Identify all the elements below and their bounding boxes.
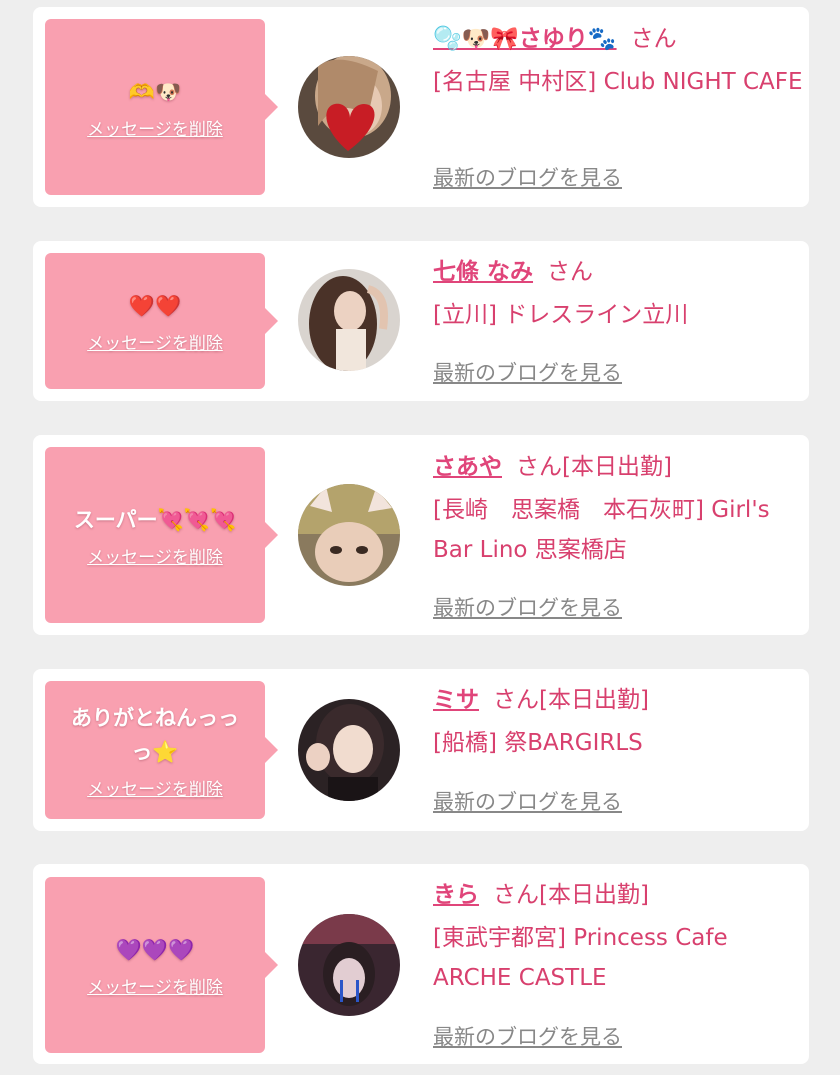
honorific: さん — [547, 259, 594, 285]
shop-name: [立川] ドレスライン立川 — [433, 302, 689, 328]
shop-name: [東武宇都宮] Princess Cafe ARCHE CASTLE — [433, 925, 728, 991]
delete-message-link[interactable]: メッセージを削除 — [87, 973, 223, 998]
girl-name-link[interactable]: 🫧🐶🎀さゆり🐾 — [433, 26, 617, 52]
girl-info: 🫧🐶🎀さゆり🐾 さん [名古屋 中村区] Club NIGHT CAFE — [433, 22, 803, 102]
message-text: 💜💜💜 — [115, 937, 195, 962]
shop-name: [長崎 思案橋 本石灰町] Girl's Bar Lino 思案橋店 — [433, 497, 770, 563]
delete-message-link[interactable]: メッセージを削除 — [87, 775, 223, 800]
name-line: 🫧🐶🎀さゆり🐾 さん — [433, 22, 803, 56]
girl-name-link[interactable]: さあや — [433, 454, 502, 480]
shop-name: [名古屋 中村区] Club NIGHT CAFE — [433, 69, 803, 95]
message-bubble: ❤️❤️ メッセージを削除 — [45, 253, 278, 389]
girl-info: さあや さん[本日出勤] [長崎 思案橋 本石灰町] Girl's Bar Lin… — [433, 450, 803, 570]
girl-info: きら さん[本日出勤] [東武宇都宮] Princess Cafe ARCHE C… — [433, 878, 803, 998]
message-text: 🫶🐶 — [128, 79, 182, 104]
avatar[interactable] — [298, 56, 400, 158]
girl-name-link[interactable]: きら — [433, 882, 479, 908]
girl-info: ミサ さん[本日出勤] [船橋] 祭BARGIRLS — [433, 683, 803, 763]
view-blog-link[interactable]: 最新のブログを見る — [433, 592, 622, 622]
name-line: 七條 なみ さん — [433, 255, 803, 289]
avatar[interactable] — [298, 484, 400, 586]
message-text: ありがとねんっっっ⭐ — [71, 705, 239, 764]
avatar[interactable] — [298, 269, 400, 371]
message-card: ❤️❤️ メッセージを削除 七條 なみ さん [立川] ドレスライン立川 最新のブ… — [33, 241, 809, 401]
honorific: さん[本日出勤] — [493, 882, 649, 908]
girl-name-link[interactable]: ミサ — [433, 687, 479, 713]
delete-message-link[interactable]: メッセージを削除 — [87, 329, 223, 354]
view-blog-link[interactable]: 最新のブログを見る — [433, 786, 622, 816]
honorific: さん[本日出勤] — [516, 454, 672, 480]
girl-name-link[interactable]: 七條 なみ — [433, 259, 533, 285]
name-line: さあや さん[本日出勤] — [433, 450, 803, 484]
message-text: ❤️❤️ — [128, 293, 182, 318]
avatar[interactable] — [298, 914, 400, 1016]
message-card: ありがとねんっっっ⭐ メッセージを削除 ミサ さん[本日出勤] [船橋] 祭BAR… — [33, 669, 809, 831]
honorific: さん[本日出勤] — [493, 687, 649, 713]
avatar[interactable] — [298, 699, 400, 801]
delete-message-link[interactable]: メッセージを削除 — [87, 543, 223, 568]
shop-name: [船橋] 祭BARGIRLS — [433, 730, 643, 756]
message-card: スーパー💘💘💘 メッセージを削除 さあや さん[本日出勤] [長崎 思案橋 本石灰… — [33, 435, 809, 635]
delete-message-link[interactable]: メッセージを削除 — [87, 115, 223, 140]
honorific: さん — [630, 26, 677, 52]
message-bubble: ありがとねんっっっ⭐ メッセージを削除 — [45, 681, 278, 819]
message-bubble: スーパー💘💘💘 メッセージを削除 — [45, 447, 278, 623]
view-blog-link[interactable]: 最新のブログを見る — [433, 357, 622, 387]
message-text: スーパー💘💘💘 — [73, 507, 237, 532]
message-bubble: 🫶🐶 メッセージを削除 — [45, 19, 278, 195]
message-card: 🫶🐶 メッセージを削除 🫧🐶🎀さゆり🐾 さん [名古屋 中村区] Club NIG… — [33, 7, 809, 207]
view-blog-link[interactable]: 最新のブログを見る — [433, 162, 622, 192]
name-line: きら さん[本日出勤] — [433, 878, 803, 912]
message-bubble: 💜💜💜 メッセージを削除 — [45, 877, 278, 1053]
message-card: 💜💜💜 メッセージを削除 きら さん[本日出勤] [東武宇都宮] Princess… — [33, 864, 809, 1064]
girl-info: 七條 なみ さん [立川] ドレスライン立川 — [433, 255, 803, 335]
name-line: ミサ さん[本日出勤] — [433, 683, 803, 717]
view-blog-link[interactable]: 最新のブログを見る — [433, 1021, 622, 1051]
